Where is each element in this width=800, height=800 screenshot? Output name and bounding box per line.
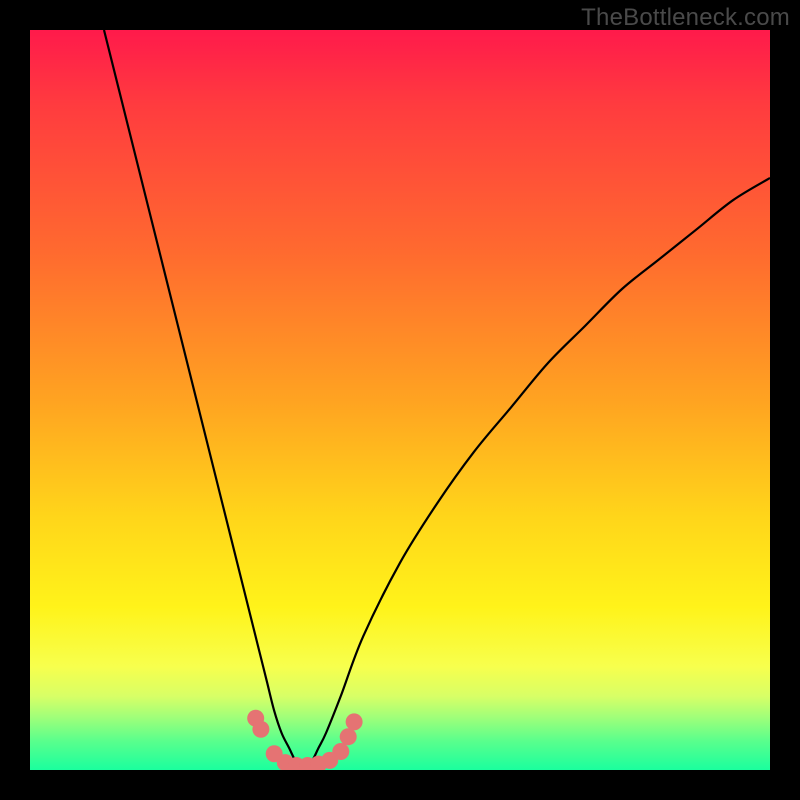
outer-frame: TheBottleneck.com xyxy=(0,0,800,800)
curve-right-branch xyxy=(304,178,770,770)
curve-group xyxy=(104,30,770,770)
chart-svg xyxy=(30,30,770,770)
marker-dot xyxy=(340,728,357,745)
marker-dot xyxy=(346,713,363,730)
chart-plot-area xyxy=(30,30,770,770)
marker-dots-group xyxy=(247,710,362,770)
marker-dot xyxy=(252,721,269,738)
marker-dot xyxy=(332,743,349,760)
curve-left-branch xyxy=(104,30,304,770)
watermark-text: TheBottleneck.com xyxy=(581,4,790,32)
